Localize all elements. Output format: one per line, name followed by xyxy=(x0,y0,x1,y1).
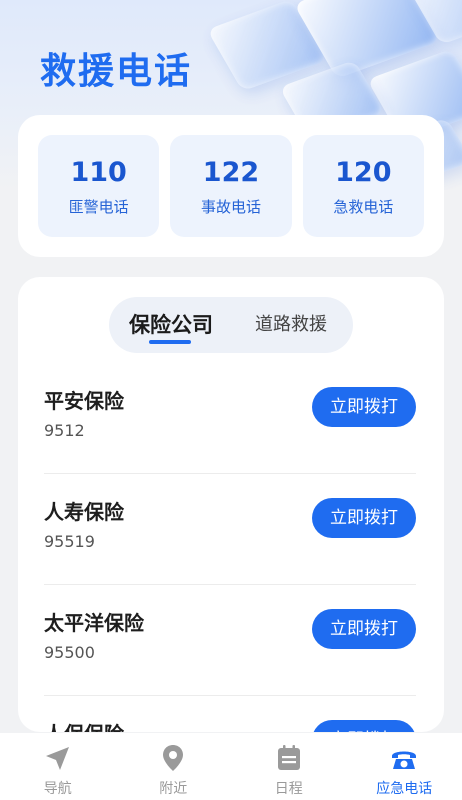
hotline-label: 急救电话 xyxy=(333,197,394,216)
tabbar-label: 导航 xyxy=(43,781,72,797)
hotline-label: 事故电话 xyxy=(200,197,261,216)
hotline-number: 122 xyxy=(202,156,260,188)
phone-icon xyxy=(392,751,417,769)
bottom-tab-bar: 导航 附近 日程 应急电话 xyxy=(0,733,462,800)
location-pin-icon xyxy=(163,745,184,771)
page-title: 救援电话 xyxy=(40,51,193,92)
company-phone: 9512 xyxy=(44,421,85,440)
segment-tabs: 保险公司 道路救援 xyxy=(109,297,353,353)
company-name: 人寿保险 xyxy=(44,500,124,524)
tabbar-label: 日程 xyxy=(274,781,303,797)
company-phone: 95519 xyxy=(44,532,95,551)
tabbar-label: 应急电话 xyxy=(376,781,433,797)
hotline-card: 110 匪警电话 122 事故电话 120 急救电话 xyxy=(18,115,444,257)
hotline-accident[interactable]: 122 事故电话 xyxy=(170,135,292,237)
hotline-number: 120 xyxy=(335,156,392,188)
call-button[interactable]: 立即拨打 xyxy=(312,609,416,649)
call-button[interactable]: 立即拨打 xyxy=(312,720,416,732)
tab-label: 道路救援 xyxy=(255,314,327,335)
hotline-number: 110 xyxy=(70,156,127,188)
hotline-label: 匪警电话 xyxy=(68,197,129,216)
list-item: 人保保险 立即拨打 xyxy=(44,696,416,732)
list-item: 太平洋保险 95500 立即拨打 xyxy=(44,585,416,696)
company-name: 平安保险 xyxy=(44,389,124,413)
company-phone: 95500 xyxy=(44,643,95,662)
call-button[interactable]: 立即拨打 xyxy=(312,387,416,427)
calendar-icon xyxy=(277,745,300,770)
tabbar-label: 附近 xyxy=(159,781,188,797)
tabbar-item-schedule[interactable]: 日程 xyxy=(231,733,347,800)
contact-list-card: 保险公司 道路救援 平安保险 9512 立即拨打 人寿保险 95519 立即拨打… xyxy=(18,277,444,732)
company-name: 人保保险 xyxy=(44,718,124,732)
tab-label: 保险公司 xyxy=(129,313,213,337)
tab-road-rescue[interactable]: 道路救援 xyxy=(241,297,341,353)
tabbar-item-emergency[interactable]: 应急电话 xyxy=(347,733,462,800)
active-tab-indicator xyxy=(149,340,191,344)
tab-insurance[interactable]: 保险公司 xyxy=(123,297,219,353)
hotline-police[interactable]: 110 匪警电话 xyxy=(38,135,160,237)
company-name: 太平洋保险 xyxy=(44,611,144,635)
hotline-ambulance[interactable]: 120 急救电话 xyxy=(302,135,424,237)
tabbar-item-nearby[interactable]: 附近 xyxy=(116,733,232,800)
navigation-arrow-icon xyxy=(45,747,69,770)
tabbar-item-navigation[interactable]: 导航 xyxy=(0,733,116,800)
list-item: 人寿保险 95519 立即拨打 xyxy=(44,474,416,585)
list-item: 平安保险 9512 立即拨打 xyxy=(44,363,416,474)
call-button[interactable]: 立即拨打 xyxy=(312,498,416,538)
